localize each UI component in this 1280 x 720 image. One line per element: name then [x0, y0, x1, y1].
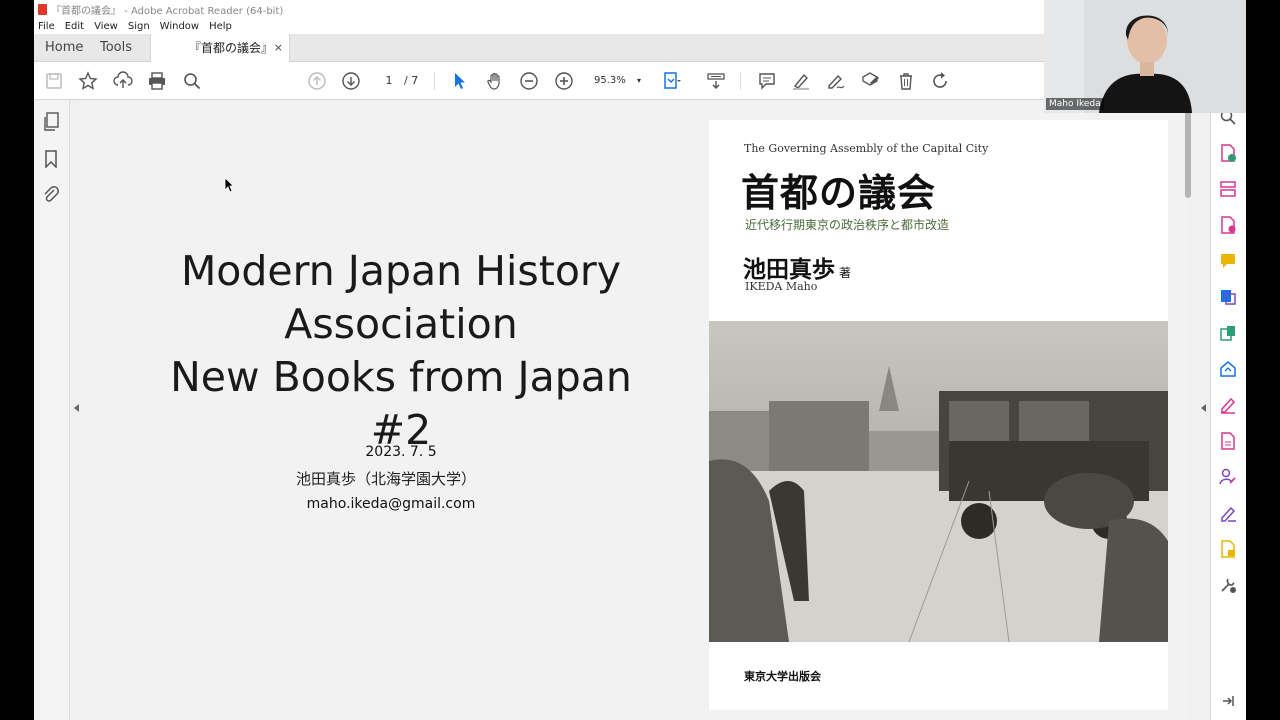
select-cursor-icon[interactable] — [450, 71, 470, 91]
share-icon[interactable] — [1219, 360, 1237, 378]
rotate-icon[interactable] — [930, 71, 950, 91]
hand-icon[interactable] — [485, 71, 505, 91]
menu-view[interactable]: View — [94, 21, 118, 32]
attachment-icon[interactable] — [42, 185, 60, 203]
tab-document[interactable]: 『首都の議会』 × — [150, 34, 290, 63]
zoom-out-icon[interactable] — [519, 71, 539, 91]
create-pdf-icon[interactable] — [1219, 144, 1237, 162]
cover-photo-street-tram — [709, 321, 1168, 642]
fill-form-icon[interactable] — [1219, 504, 1237, 522]
pdf-app-icon — [38, 3, 47, 15]
page-total: / 7 — [404, 74, 419, 87]
cover-author: 池田真歩著 — [743, 250, 851, 284]
fill-sign-icon[interactable] — [1219, 396, 1237, 414]
slide-title: Modern Japan History Association New Boo… — [136, 245, 666, 457]
cover-publisher: 東京大学出版会 — [744, 670, 821, 683]
tools-pane — [1210, 100, 1246, 720]
cover-author-suffix: 著 — [839, 266, 852, 280]
pdf-doc-icon[interactable] — [1219, 432, 1237, 450]
slide-email: maho.ikeda@gmail.com — [306, 496, 476, 512]
toolbar-divider — [434, 72, 435, 90]
chevron-down-icon: ▾ — [636, 76, 641, 85]
collapse-left-pane-icon[interactable] — [74, 404, 79, 412]
zoom-dropdown[interactable]: 95.3% ▾ — [594, 71, 644, 91]
convert-icon[interactable] — [1219, 288, 1237, 306]
menu-file[interactable]: File — [38, 21, 55, 32]
page-down-icon[interactable] — [341, 71, 361, 91]
slide-date: 2023. 7. 5 — [365, 444, 437, 460]
menu-sign[interactable]: Sign — [128, 21, 150, 32]
highlight-icon[interactable] — [791, 71, 811, 91]
fit-page-icon[interactable] — [662, 71, 682, 91]
upload-icon[interactable] — [113, 71, 133, 91]
slide-author: 池田真歩（北海学園大学） — [295, 470, 476, 488]
save-icon[interactable] — [44, 71, 64, 91]
bookmark-icon[interactable] — [44, 150, 58, 168]
tab-home[interactable]: Home — [45, 34, 83, 62]
mouse-cursor-icon — [224, 177, 234, 193]
close-tab-icon[interactable]: × — [274, 34, 283, 62]
slide-title-line: New Books from Japan #2 — [170, 353, 632, 454]
tab-tools[interactable]: Tools — [100, 34, 132, 62]
slide-title-line: Modern Japan History — [180, 247, 622, 295]
vertical-scrollbar[interactable] — [1185, 110, 1191, 198]
search-icon[interactable] — [182, 71, 202, 91]
book-cover: The Governing Assembly of the Capital Ci… — [709, 120, 1168, 710]
cover-title: 首都の議会 — [741, 170, 937, 215]
more-tools-icon[interactable] — [1219, 576, 1237, 594]
edit-pdf-icon[interactable] — [1219, 324, 1237, 342]
export-pdf-icon[interactable] — [1219, 216, 1237, 234]
window-title: 『首都の議会』 - Adobe Acrobat Reader (64-bit) — [51, 5, 284, 17]
slide-title-line: Association — [284, 300, 518, 348]
page-number-input[interactable]: 1 — [378, 71, 400, 91]
comment-icon[interactable] — [757, 71, 777, 91]
protect-icon[interactable] — [1219, 540, 1237, 558]
menu-window[interactable]: Window — [160, 21, 199, 32]
edit-icon[interactable] — [860, 71, 880, 91]
comment-tool-icon[interactable] — [1219, 252, 1237, 270]
request-sign-icon[interactable] — [1219, 468, 1237, 486]
zoom-in-icon[interactable] — [554, 71, 574, 91]
print-icon[interactable] — [147, 71, 167, 91]
page-up-icon[interactable] — [307, 71, 327, 91]
document-tab-label: 『首都の議会』 — [189, 41, 274, 55]
sign-icon[interactable] — [826, 71, 846, 91]
cover-author-name: 池田真歩 — [743, 256, 835, 283]
collapse-right-pane-icon[interactable] — [1201, 404, 1206, 412]
participant-video — [1044, 0, 1246, 113]
pdf-page: Modern Japan History Association New Boo… — [81, 100, 1189, 720]
toolbar-divider — [740, 72, 741, 90]
scroll-mode-icon[interactable] — [706, 71, 726, 91]
navigation-pane — [34, 100, 70, 720]
cover-english-title: The Governing Assembly of the Capital Ci… — [744, 142, 989, 155]
menu-help[interactable]: Help — [209, 21, 232, 32]
star-icon[interactable] — [78, 71, 98, 91]
video-thumbnail: Maho Ikeda — [1044, 0, 1246, 113]
participant-name: Maho Ikeda — [1046, 98, 1104, 110]
organize-pages-icon[interactable] — [1219, 180, 1237, 198]
cover-subtitle: 近代移行期東京の政治秩序と都市改造 — [745, 218, 950, 232]
expand-icon[interactable] — [1221, 694, 1235, 708]
menu-edit[interactable]: Edit — [65, 21, 84, 32]
delete-icon[interactable] — [896, 71, 916, 91]
pages-icon[interactable] — [42, 112, 60, 132]
zoom-value: 95.3% — [594, 75, 626, 86]
cover-author-english: IKEDA Maho — [745, 280, 818, 293]
